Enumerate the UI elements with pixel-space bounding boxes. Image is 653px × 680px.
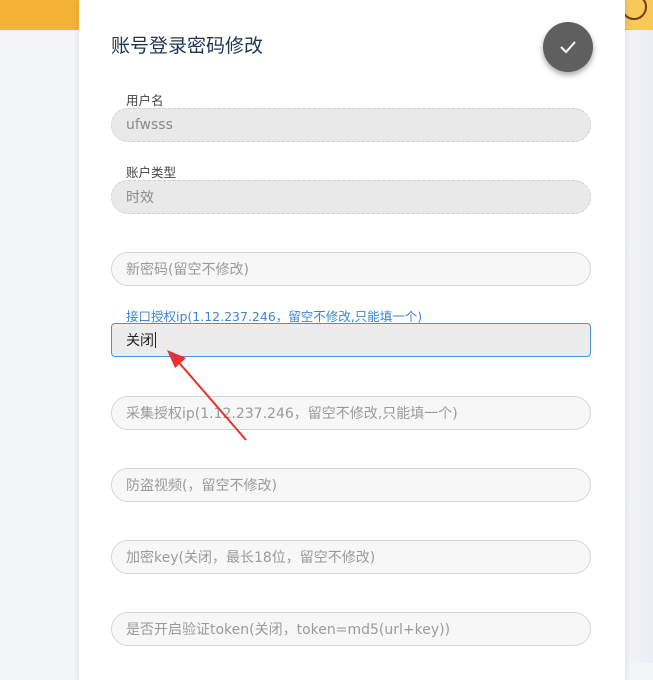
encrypt-key-placeholder: 加密key(关闭，最长18位，留空不修改) [126,550,376,566]
collect-ip-input[interactable]: 采集授权ip(1.12.237.246，留空不修改,只能填一个) [111,396,591,430]
collect-ip-placeholder: 采集授权ip(1.12.237.246，留空不修改,只能填一个) [126,406,458,422]
anti-leech-placeholder: 防盗视频(，留空不修改) [126,478,277,494]
username-field: ufwsss [111,108,591,142]
token-placeholder: 是否开启验证token(关闭，token=md5(url+key)) [126,622,451,638]
new-password-placeholder: 新密码(留空不修改) [126,262,249,278]
form-title: 账号登录密码修改 [111,35,264,57]
account-type-field: 时效 [111,180,591,214]
text-caret [155,332,156,348]
api-ip-value: 关闭 [126,333,154,349]
username-label: 用户名 [126,93,164,108]
account-type-label: 账户类型 [126,165,177,180]
anti-leech-input[interactable]: 防盗视频(，留空不修改) [111,468,591,502]
encrypt-key-input[interactable]: 加密key(关闭，最长18位，留空不修改) [111,540,591,574]
api-ip-input[interactable]: 关闭 [111,323,591,357]
username-value: ufwsss [126,117,173,133]
submit-button[interactable] [543,22,593,72]
token-input[interactable]: 是否开启验证token(关闭，token=md5(url+key)) [111,612,591,646]
page-side-background [623,30,653,663]
form-card: 账号登录密码修改 用户名 ufwsss 账户类型 时效 新密码(留空不修改) 接… [79,0,625,680]
checkmark-icon [560,41,576,54]
new-password-input[interactable]: 新密码(留空不修改) [111,252,591,286]
account-type-value: 时效 [126,190,154,206]
